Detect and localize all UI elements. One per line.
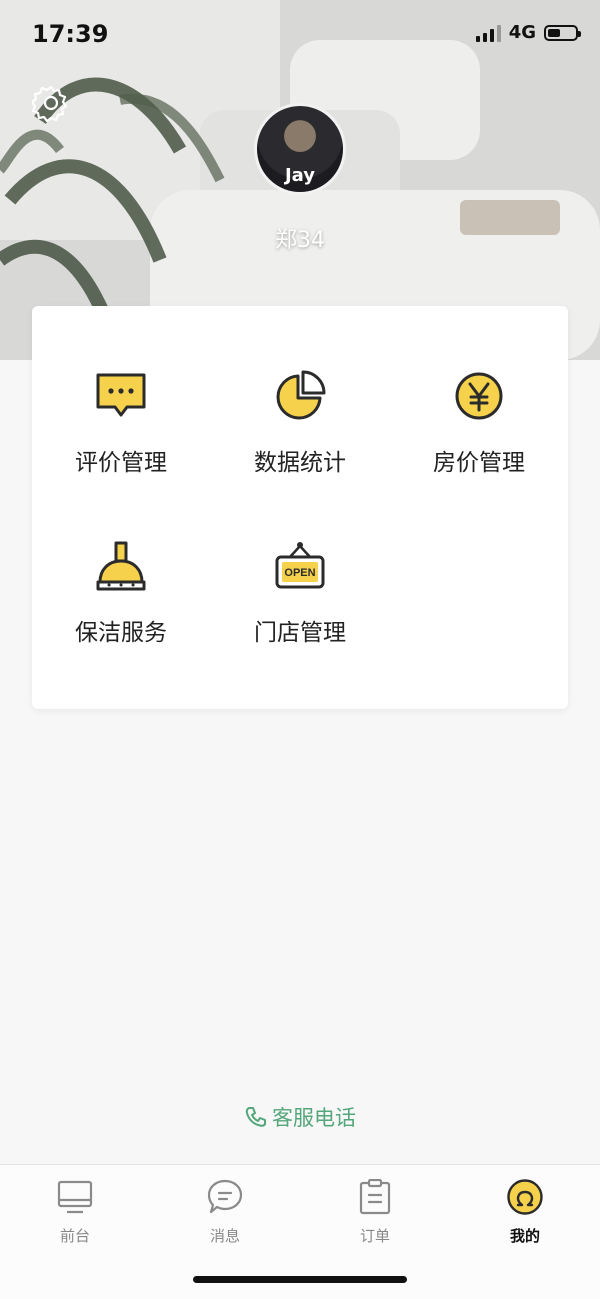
menu-item-reviews[interactable]: 评价管理 bbox=[32, 306, 210, 476]
status-bar: 17:39 4G bbox=[0, 0, 600, 70]
monitor-icon bbox=[57, 1180, 93, 1214]
settings-gear-icon[interactable] bbox=[30, 84, 70, 123]
tab-mine[interactable]: 我的 bbox=[450, 1165, 600, 1255]
tab-label: 订单 bbox=[359, 1227, 390, 1245]
battery-icon bbox=[544, 24, 581, 41]
phone-icon bbox=[245, 1107, 266, 1127]
comment-icon bbox=[96, 373, 146, 417]
tab-front-desk[interactable]: 前台 bbox=[0, 1165, 150, 1255]
avatar-text: Jay bbox=[284, 165, 316, 186]
tab-label: 我的 bbox=[509, 1227, 540, 1245]
home-indicator bbox=[193, 1276, 407, 1283]
open-sign-text: OPEN bbox=[284, 567, 315, 579]
status-time: 17:39 bbox=[32, 20, 109, 48]
signal-icon bbox=[475, 24, 501, 42]
menu-item-cleaning[interactable]: 保洁服务 bbox=[32, 476, 210, 646]
open-sign-icon: OPEN bbox=[275, 542, 325, 589]
profile-icon bbox=[507, 1179, 543, 1215]
menu-item-label: 数据统计 bbox=[254, 450, 346, 476]
status-indicators: 4G bbox=[475, 22, 581, 43]
menu-item-label: 门店管理 bbox=[254, 620, 346, 646]
clipboard-icon bbox=[359, 1179, 391, 1215]
tab-label: 前台 bbox=[59, 1227, 90, 1245]
pie-chart-icon bbox=[276, 370, 326, 420]
menu-item-label: 评价管理 bbox=[75, 450, 167, 476]
network-type: 4G bbox=[508, 22, 536, 43]
menu-item-room-price[interactable]: 房价管理 bbox=[390, 306, 568, 476]
menu-item-label: 房价管理 bbox=[433, 450, 525, 476]
message-icon bbox=[207, 1179, 243, 1214]
yuan-icon bbox=[455, 372, 503, 420]
menu-item-store[interactable]: OPEN 门店管理 bbox=[211, 476, 389, 646]
tab-messages[interactable]: 消息 bbox=[150, 1165, 300, 1255]
customer-service-phone-link[interactable]: 客服电话 bbox=[0, 1102, 600, 1132]
username: 郑34 bbox=[275, 228, 325, 253]
broom-icon bbox=[96, 541, 146, 591]
tab-label: 消息 bbox=[209, 1227, 240, 1245]
menu-item-label: 保洁服务 bbox=[75, 620, 167, 646]
tab-orders[interactable]: 订单 bbox=[300, 1165, 450, 1255]
menu-item-statistics[interactable]: 数据统计 bbox=[211, 306, 389, 476]
avatar[interactable]: Jay bbox=[254, 103, 346, 195]
menu-card: 评价管理 数据统计 房价管理 保洁服务 OPEN 门店管理 bbox=[32, 306, 568, 709]
customer-service-label: 客服电话 bbox=[272, 1106, 356, 1130]
